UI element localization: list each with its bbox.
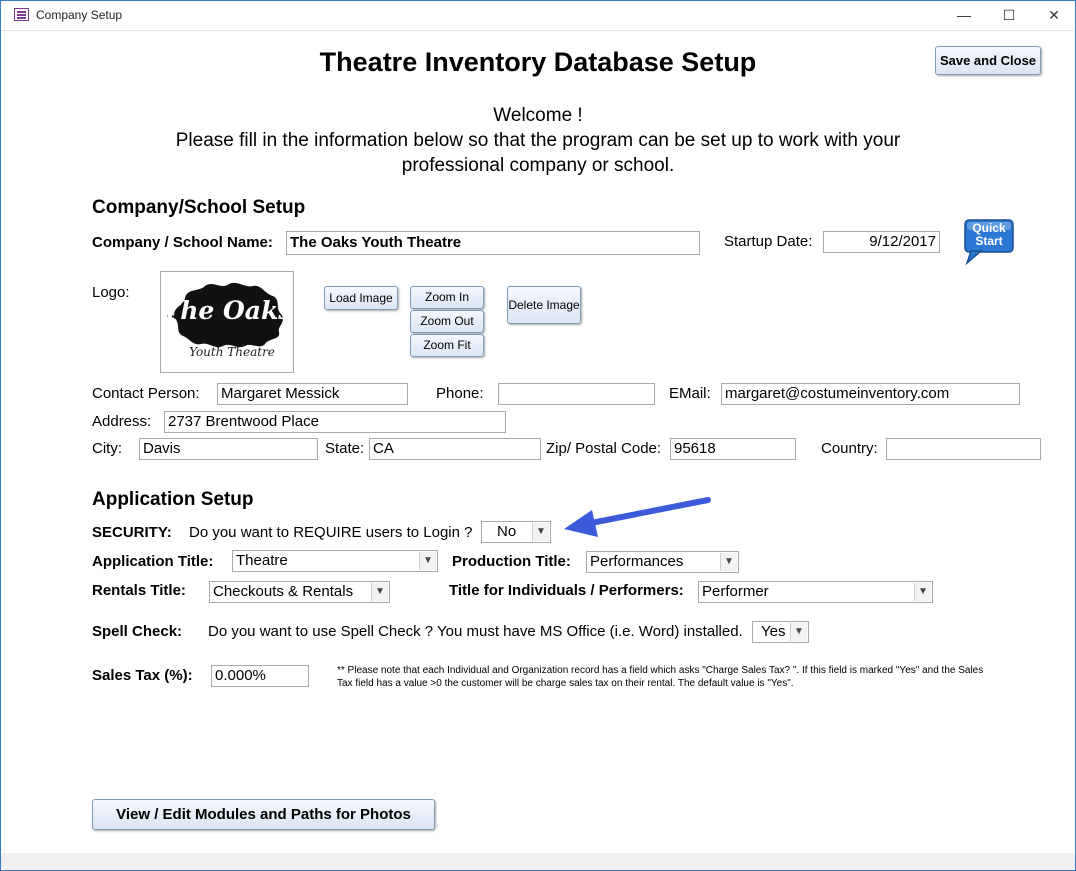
close-button[interactable]: ✕ (1031, 1, 1075, 30)
email-field[interactable]: margaret@costumeinventory.com (721, 383, 1020, 405)
application-section-title: Application Setup (92, 489, 254, 510)
load-image-button[interactable]: Load Image (324, 286, 398, 310)
phone-label: Phone: (436, 385, 484, 402)
quick-start-label-2: Start (975, 234, 1003, 248)
city-label: City: (92, 440, 122, 457)
sales-tax-field[interactable]: 0.000% (211, 665, 309, 687)
individuals-title-label: Title for Individuals / Performers: (449, 582, 684, 599)
zip-field[interactable]: 95618 (670, 438, 796, 460)
company-name-label: Company / School Name: (92, 234, 273, 251)
email-label: EMail: (669, 385, 711, 402)
security-question: Do you want to REQUIRE users to Login ? (189, 524, 473, 541)
rentals-title-label: Rentals Title: (92, 582, 186, 599)
chevron-down-icon[interactable]: ▼ (720, 553, 737, 571)
company-setup-window: Company Setup — ☐ ✕ Theatre Inventory Da… (0, 0, 1076, 871)
minimize-button[interactable]: — (941, 1, 987, 30)
quick-start-button[interactable]: Quick Start (963, 219, 1015, 266)
state-field[interactable]: CA (369, 438, 541, 460)
startup-date-label: Startup Date: (724, 233, 813, 250)
logo-label: Logo: (92, 284, 130, 301)
spell-check-question: Do you want to use Spell Check ? You mus… (208, 623, 743, 640)
spell-check-value: Yes (761, 623, 786, 640)
production-title-label: Production Title: (452, 553, 571, 570)
logo-image: The Oaks Youth Theatre (160, 271, 294, 373)
instructions-line-1: Please fill in the information below so … (175, 130, 901, 151)
security-label: SECURITY: (92, 524, 172, 541)
page-title: Theatre Inventory Database Setup (319, 47, 757, 77)
delete-image-button[interactable]: Delete Image (507, 286, 581, 324)
spell-check-select[interactable]: Yes ▼ (752, 621, 809, 643)
security-select-value: No (497, 523, 517, 540)
contact-person-field[interactable]: Margaret Messick (217, 383, 408, 405)
app-title-select[interactable]: Theatre ▼ (232, 550, 438, 572)
country-label: Country: (821, 440, 878, 457)
arrow-icon (564, 497, 711, 537)
zoom-in-button[interactable]: Zoom In (410, 286, 484, 309)
zoom-fit-button[interactable]: Zoom Fit (410, 334, 484, 357)
phone-field[interactable] (498, 383, 655, 405)
address-field[interactable]: 2737 Brentwood Place (164, 411, 506, 433)
welcome-line: Welcome ! (493, 105, 583, 126)
title-bar: Company Setup — ☐ ✕ (1, 1, 1075, 31)
company-name-field[interactable]: The Oaks Youth Theatre (286, 231, 700, 255)
chevron-down-icon[interactable]: ▼ (419, 552, 436, 570)
window-title: Company Setup (36, 8, 123, 22)
production-title-select[interactable]: Performances ▼ (586, 551, 739, 573)
view-edit-modules-button[interactable]: View / Edit Modules and Paths for Photos (92, 799, 435, 830)
company-section-title: Company/School Setup (92, 197, 306, 218)
instructions-line-2: professional company or school. (401, 155, 675, 176)
logo-text-main: The Oaks (161, 296, 293, 325)
app-title-value: Theatre (236, 552, 288, 569)
country-field[interactable] (886, 438, 1041, 460)
save-and-close-button[interactable]: Save and Close (935, 46, 1041, 75)
city-field[interactable]: Davis (139, 438, 318, 460)
zoom-out-button[interactable]: Zoom Out (410, 310, 484, 333)
zip-label: Zip/ Postal Code: (546, 440, 662, 457)
state-label: State: (325, 440, 365, 457)
logo-text-sub: Youth Theatre (189, 345, 275, 359)
chevron-down-icon[interactable]: ▼ (914, 583, 931, 601)
chevron-down-icon[interactable]: ▼ (371, 583, 388, 601)
individuals-title-value: Performer (702, 583, 769, 600)
startup-date-field[interactable]: 9/12/2017 (823, 231, 940, 253)
maximize-button[interactable]: ☐ (986, 1, 1032, 30)
form-icon (14, 8, 29, 21)
rentals-title-value: Checkouts & Rentals (213, 583, 354, 600)
sales-tax-note: ** Please note that each Individual and … (337, 665, 984, 689)
rentals-title-select[interactable]: Checkouts & Rentals ▼ (209, 581, 390, 603)
status-strip (1, 853, 1075, 870)
chevron-down-icon[interactable]: ▼ (532, 523, 549, 541)
contact-person-label: Contact Person: (92, 385, 200, 402)
spell-check-label: Spell Check: (92, 623, 183, 640)
sales-tax-label: Sales Tax (%): (92, 667, 193, 684)
app-title-label: Application Title: (92, 553, 214, 570)
production-title-value: Performances (590, 553, 684, 570)
individuals-title-select[interactable]: Performer ▼ (698, 581, 933, 603)
security-select[interactable]: No ▼ (481, 521, 551, 543)
chevron-down-icon[interactable]: ▼ (790, 623, 807, 641)
address-label: Address: (92, 413, 152, 430)
